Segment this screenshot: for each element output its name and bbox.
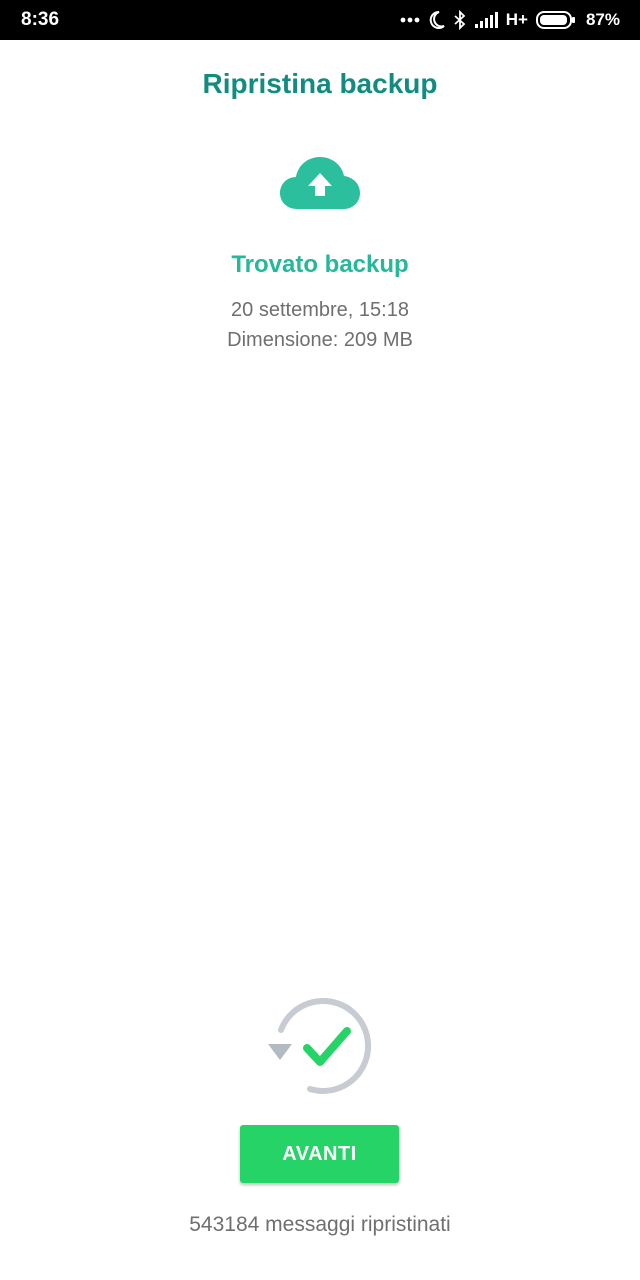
status-bar: 8:36 H+ 87% bbox=[0, 0, 640, 40]
bluetooth-icon bbox=[454, 10, 466, 30]
signal-icon bbox=[474, 11, 498, 29]
backup-size: Dimensione: 209 MB bbox=[227, 329, 413, 351]
next-button[interactable]: AVANTI bbox=[240, 1125, 399, 1183]
backup-date: 20 settembre, 15:18 bbox=[231, 299, 409, 321]
moon-icon bbox=[428, 10, 446, 30]
battery-percent: 87% bbox=[585, 10, 620, 29]
status-icons: H+ 87% bbox=[400, 0, 620, 40]
restored-messages-count: 543184 messaggi ripristinati bbox=[189, 1213, 451, 1236]
page-title: Ripristina backup bbox=[202, 68, 438, 99]
restore-backup-screen: 8:36 H+ 87% Ripristina backup Trovato ba… bbox=[0, 0, 640, 1280]
cloud-upload-icon bbox=[279, 155, 361, 211]
network-icon: H+ bbox=[505, 10, 528, 29]
battery-icon bbox=[535, 10, 576, 30]
restore-complete-icon bbox=[264, 996, 376, 1096]
backup-found-title: Trovato backup bbox=[231, 251, 409, 278]
more-dots-icon bbox=[400, 16, 420, 24]
status-time: 8:36 bbox=[21, 9, 60, 30]
